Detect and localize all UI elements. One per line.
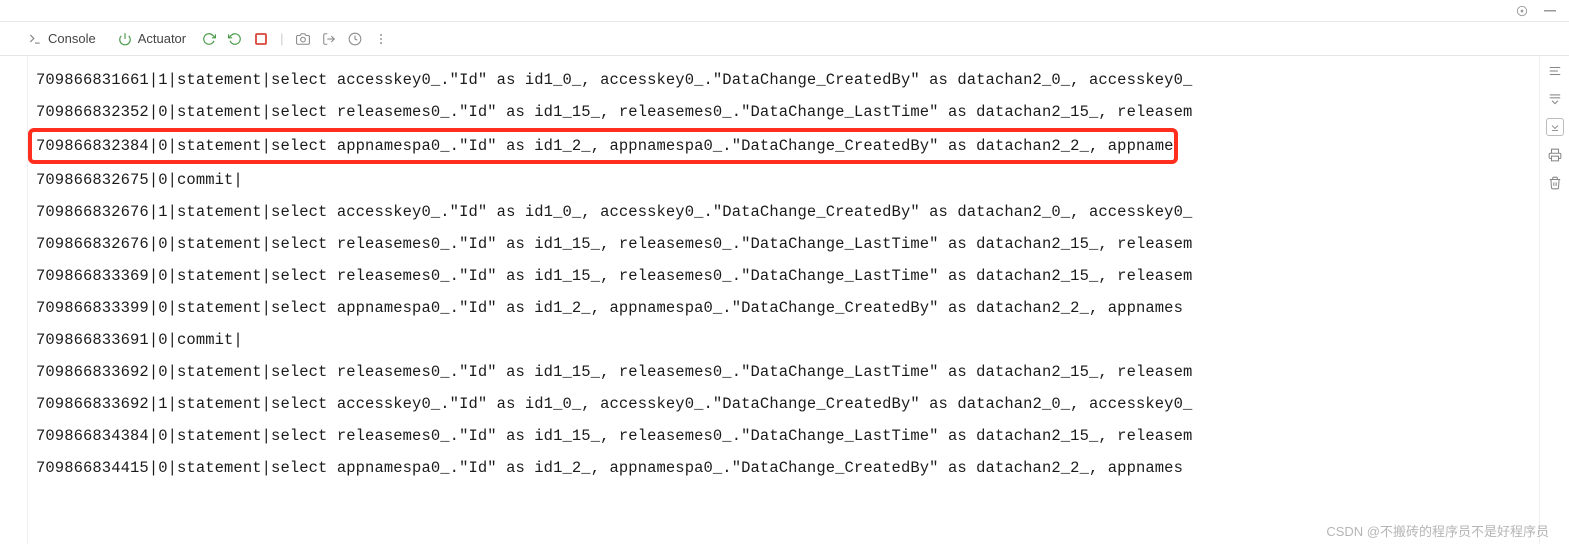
profiler-icon[interactable]: [346, 30, 364, 48]
log-line: 709866832676|1|statement|select accesske…: [36, 196, 1539, 228]
actuator-label: Actuator: [138, 31, 186, 46]
console-label: Console: [48, 31, 96, 46]
right-gutter: [1539, 56, 1569, 544]
run-icon[interactable]: [226, 30, 244, 48]
camera-icon[interactable]: [294, 30, 312, 48]
toolbar: Console Actuator |: [0, 22, 1569, 56]
console-output[interactable]: 709866831661|1|statement|select accesske…: [28, 56, 1539, 544]
stop-icon[interactable]: [252, 30, 270, 48]
more-icon[interactable]: [372, 30, 390, 48]
log-line: 709866833691|0|commit|: [36, 324, 1539, 356]
tab-actuator[interactable]: Actuator: [110, 28, 192, 50]
scroll-to-end-toggle-icon[interactable]: [1546, 118, 1564, 136]
titlebar: [0, 0, 1569, 22]
log-line: 709866832676|0|statement|select releasem…: [36, 228, 1539, 260]
terminal-icon: [26, 30, 44, 48]
log-line: 709866833692|1|statement|select accesske…: [36, 388, 1539, 420]
log-line: 709866834415|0|statement|select appnames…: [36, 452, 1539, 484]
power-icon: [116, 30, 134, 48]
log-line: 709866832352|0|statement|select releasem…: [36, 96, 1539, 128]
content-wrap: 709866831661|1|statement|select accesske…: [0, 56, 1569, 544]
print-icon[interactable]: [1546, 146, 1564, 164]
log-line: 709866832384|0|statement|select appnames…: [28, 128, 1178, 164]
soft-wrap-icon[interactable]: [1546, 62, 1564, 80]
log-line: 709866832675|0|commit|: [36, 164, 1539, 196]
left-gutter: [0, 56, 28, 544]
log-line: 709866831661|1|statement|select accesske…: [36, 64, 1539, 96]
target-icon[interactable]: [1515, 4, 1529, 18]
log-line: 709866833369|0|statement|select releasem…: [36, 260, 1539, 292]
minimize-icon[interactable]: [1543, 4, 1557, 18]
log-line: 709866833692|0|statement|select releasem…: [36, 356, 1539, 388]
watermark: CSDN @不搬砖的程序员不是好程序员: [1326, 521, 1549, 540]
log-line: 709866833399|0|statement|select appnames…: [36, 292, 1539, 324]
log-line: 709866834384|0|statement|select releasem…: [36, 420, 1539, 452]
rerun-icon[interactable]: [200, 30, 218, 48]
tab-console[interactable]: Console: [20, 28, 102, 50]
separator: |: [278, 31, 285, 46]
exit-icon[interactable]: [320, 30, 338, 48]
trash-icon[interactable]: [1546, 174, 1564, 192]
scroll-end-icon[interactable]: [1546, 90, 1564, 108]
